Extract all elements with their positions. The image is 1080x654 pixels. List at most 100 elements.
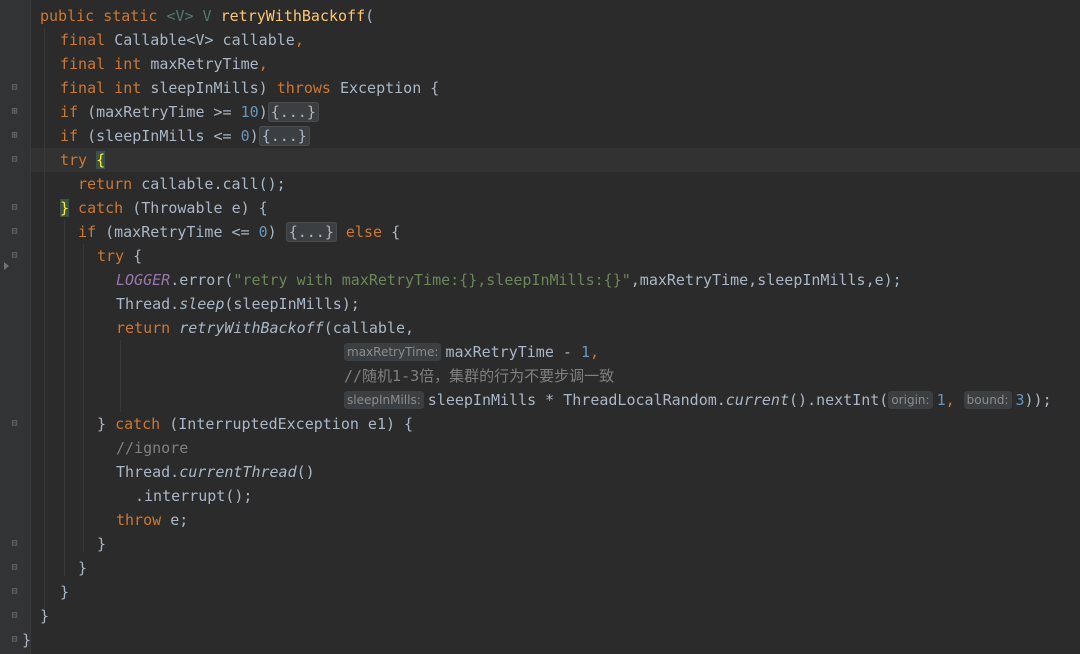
code-line[interactable]: return callable.call(); <box>78 172 286 196</box>
code-comment: //ignore <box>116 439 189 457</box>
fold-marker-icon[interactable]: ⊞ <box>9 130 20 141</box>
code-token: 0 <box>258 223 268 241</box>
code-token: (InterruptedException e1) { <box>169 415 414 433</box>
code-token: 0 <box>240 127 250 145</box>
code-token: } <box>97 535 107 553</box>
code-token: (); <box>225 487 253 505</box>
code-token: .nextInt( <box>807 391 889 409</box>
code-token: } <box>60 583 70 601</box>
code-token: () <box>296 463 315 481</box>
indent-guide <box>44 28 45 620</box>
code-token: LOGGER <box>116 271 171 289</box>
code-token: <V> <box>166 7 194 25</box>
code-token: maxRetryTime - <box>445 343 581 361</box>
code-editor[interactable]: ⊟ ⊞ ⊞ ⊟ ⊟ ⊟ ⊟ ⊟ ⊟ ⊟ ⊟ ⊟ ⊟ public static … <box>0 0 1080 654</box>
code-line[interactable]: try { <box>60 148 106 172</box>
code-token: V <box>193 7 221 25</box>
code-token: sleepInMills * ThreadLocalRandom. <box>427 391 726 409</box>
code-line[interactable]: return retryWithBackoff(callable, <box>116 316 414 340</box>
code-line[interactable]: } catch (InterruptedException e1) { <box>97 412 413 436</box>
code-token: 3 <box>1015 391 1025 409</box>
fold-marker-icon[interactable]: ⊟ <box>9 586 20 597</box>
code-token: sleep <box>179 295 225 313</box>
fold-marker-icon[interactable]: ⊟ <box>9 154 20 165</box>
code-token: "retry with maxRetryTime:{},sleepInMills… <box>233 271 631 289</box>
code-token: else <box>336 223 392 241</box>
code-line[interactable]: } catch (Throwable e) { <box>60 196 268 220</box>
code-token: try <box>60 151 97 169</box>
code-line[interactable]: } <box>78 556 87 580</box>
code-line[interactable]: //ignore <box>116 436 188 460</box>
indent-guide <box>64 220 65 576</box>
fold-marker-icon[interactable]: ⊟ <box>9 562 20 573</box>
code-line[interactable]: } <box>22 628 31 652</box>
folded-region[interactable]: {...} <box>258 126 310 146</box>
code-token: .interrupt <box>135 487 226 505</box>
code-line[interactable]: } <box>40 604 49 628</box>
code-token: (callable, <box>323 319 415 337</box>
code-line[interactable]: maxRetryTime: maxRetryTime - 1, <box>344 340 599 364</box>
code-token: throws <box>276 79 331 97</box>
code-token: ) <box>258 103 268 121</box>
code-line[interactable]: if (maxRetryTime >= 10) {...} <box>60 100 319 124</box>
code-token: 10 <box>240 103 259 121</box>
code-token: retryWithBackoff <box>179 319 324 337</box>
fold-marker-icon[interactable]: ⊟ <box>9 202 20 213</box>
code-token: (Throwable e) { <box>132 199 268 217</box>
code-line[interactable]: Thread.currentThread() <box>116 460 315 484</box>
code-line[interactable]: final int sleepInMills) throws Exception… <box>60 76 439 100</box>
code-line[interactable]: //随机1-3倍，集群的行为不要步调一致 <box>344 364 614 388</box>
code-token: currentThread <box>179 463 297 481</box>
code-token: Callable<V> <box>114 31 214 49</box>
code-token: 1 <box>936 391 946 409</box>
code-token: maxRetryTime <box>150 55 259 73</box>
code-line[interactable]: } <box>60 580 69 604</box>
code-token: final <box>60 31 115 49</box>
fold-marker-icon[interactable]: ⊟ <box>9 250 20 261</box>
code-token: (sleepInMills <= <box>87 127 241 145</box>
code-token: ) <box>267 223 286 241</box>
code-line[interactable]: .interrupt(); <box>135 484 252 508</box>
code-line[interactable]: try { <box>97 244 142 268</box>
fold-marker-icon[interactable]: ⊟ <box>9 538 20 549</box>
code-line[interactable]: sleepInMills: sleepInMills * ThreadLocalR… <box>344 388 1052 412</box>
code-token: , <box>258 55 268 73</box>
code-token: () <box>789 391 808 409</box>
code-line[interactable]: if (maxRetryTime <= 0) {...} else { <box>78 220 400 244</box>
code-token: if <box>60 127 88 145</box>
code-token: callable.call(); <box>141 175 286 193</box>
fold-marker-icon[interactable]: ⊟ <box>9 610 20 621</box>
matched-brace: } <box>60 199 70 217</box>
fold-marker-icon[interactable]: ⊟ <box>9 226 20 237</box>
code-line[interactable]: throw e; <box>116 508 188 532</box>
parameter-hint: bound: <box>963 391 1012 409</box>
code-token: } <box>22 631 32 649</box>
matched-brace: { <box>96 151 106 169</box>
fold-marker-icon[interactable]: ⊟ <box>9 418 20 429</box>
folded-region[interactable]: {...} <box>267 102 319 122</box>
code-token: } <box>40 607 50 625</box>
code-line[interactable]: final int maxRetryTime, <box>60 52 268 76</box>
folded-region[interactable]: {...} <box>285 222 337 242</box>
code-token: Thread. <box>116 463 180 481</box>
code-token: )); <box>1024 391 1052 409</box>
fold-marker-icon[interactable]: ⊟ <box>9 634 20 645</box>
code-line[interactable]: if (sleepInMills <= 0) {...} <box>60 124 310 148</box>
code-token: final int <box>60 55 151 73</box>
code-token: Thread. <box>116 295 180 313</box>
code-token: } <box>97 415 116 433</box>
code-line[interactable]: final Callable<V> callable, <box>60 28 304 52</box>
code-token: callable <box>213 31 295 49</box>
code-line[interactable]: LOGGER.error("retry with maxRetryTime:{}… <box>116 268 902 292</box>
code-line[interactable]: public static <V> V retryWithBackoff( <box>40 4 374 28</box>
code-token: return <box>116 319 180 337</box>
code-token: throw <box>116 511 171 529</box>
code-token: return <box>78 175 142 193</box>
fold-marker-icon[interactable]: ⊟ <box>9 82 20 93</box>
editor-gutter <box>0 0 31 654</box>
fold-marker-icon[interactable]: ⊞ <box>9 106 20 117</box>
code-line[interactable]: Thread.sleep(sleepInMills); <box>116 292 360 316</box>
code-token: ) <box>249 127 259 145</box>
code-token: ,maxRetryTime,sleepInMills,e); <box>630 271 902 289</box>
code-line[interactable]: } <box>97 532 106 556</box>
